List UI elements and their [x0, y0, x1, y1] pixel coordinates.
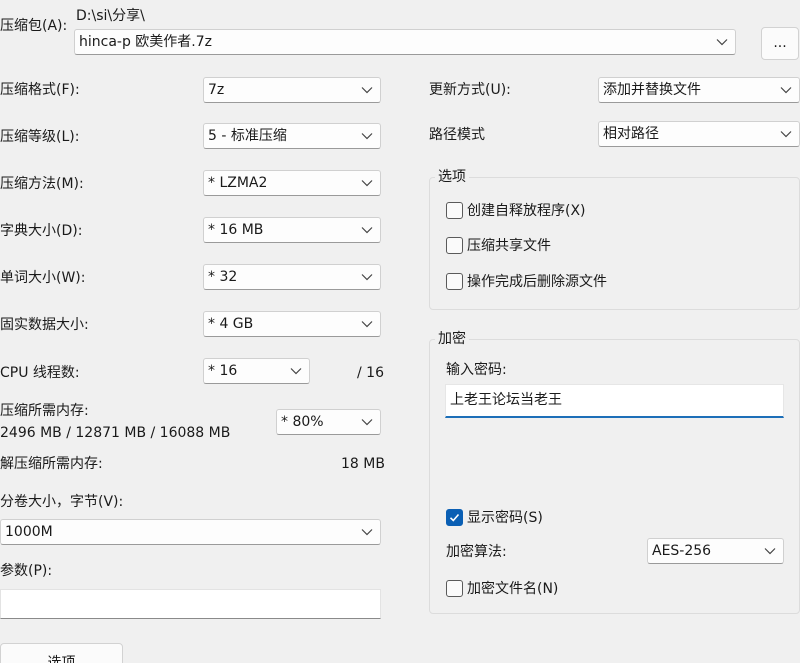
archive-label: 压缩包(A): — [0, 18, 68, 34]
mem-percent-value: * 80% — [281, 414, 324, 430]
enc-method-value: AES-256 — [652, 543, 712, 559]
shared-label: 压缩共享文件 — [467, 238, 551, 254]
archive-path: D:\si\分享\ — [76, 8, 145, 24]
delete-source-checkbox[interactable] — [446, 273, 463, 290]
solid-value: * 4 GB — [208, 316, 254, 332]
browse-button[interactable]: ... — [761, 27, 799, 60]
mem-percent-combo[interactable]: * 80% — [276, 409, 381, 435]
params-input[interactable] — [0, 589, 381, 619]
method-label: 压缩方法(M): — [0, 176, 84, 192]
level-combo[interactable]: 5 - 标准压缩 — [203, 123, 381, 149]
sfx-checkbox[interactable] — [446, 202, 463, 219]
threads-combo[interactable]: * 16 — [203, 358, 310, 384]
pathmode-combo[interactable]: 相对路径 — [598, 121, 800, 147]
checkmark-icon — [449, 513, 460, 522]
mem-decomp-label: 解压缩所需内存: — [0, 456, 103, 472]
chevron-down-icon — [361, 132, 373, 140]
volume-value: 1000M — [5, 524, 53, 540]
chevron-down-icon — [290, 367, 302, 375]
word-combo[interactable]: * 32 — [203, 264, 381, 290]
level-label: 压缩等级(L): — [0, 129, 80, 145]
chevron-down-icon — [361, 418, 373, 426]
volume-label: 分卷大小，字节(V): — [0, 494, 124, 510]
encryption-group — [429, 339, 800, 614]
encrypt-names-label: 加密文件名(N) — [467, 581, 559, 597]
chevron-down-icon — [780, 130, 792, 138]
chevron-down-icon — [361, 528, 373, 536]
chevron-down-icon — [716, 38, 728, 46]
password-label: 输入密码: — [446, 362, 507, 378]
show-password-label: 显示密码(S) — [467, 510, 543, 526]
enc-method-combo[interactable]: AES-256 — [647, 538, 784, 564]
pathmode-value: 相对路径 — [603, 126, 659, 142]
update-combo[interactable]: 添加并替换文件 — [598, 77, 800, 103]
chevron-down-icon — [361, 86, 373, 94]
dict-value: * 16 MB — [208, 222, 264, 238]
archive-name-value: hinca-p 欧美作者.7z — [79, 34, 213, 50]
chevron-down-icon — [361, 320, 373, 328]
enc-method-label: 加密算法: — [446, 544, 507, 560]
params-label: 参数(P): — [0, 563, 53, 579]
mem-comp-label: 压缩所需内存: — [0, 403, 89, 419]
dict-combo[interactable]: * 16 MB — [203, 217, 381, 243]
level-value: 5 - 标准压缩 — [208, 128, 287, 144]
method-value: * LZMA2 — [208, 175, 268, 191]
dict-label: 字典大小(D): — [0, 223, 83, 239]
word-value: * 32 — [208, 269, 238, 285]
threads-value: * 16 — [208, 363, 238, 379]
pathmode-label: 路径模式 — [429, 127, 485, 143]
show-password-checkbox[interactable] — [446, 509, 463, 526]
options-button[interactable]: 选项 — [0, 643, 123, 663]
chevron-down-icon — [361, 273, 373, 281]
word-label: 单词大小(W): — [0, 270, 86, 286]
chevron-down-icon — [780, 86, 792, 94]
update-value: 添加并替换文件 — [603, 82, 701, 98]
sfx-label: 创建自释放程序(X) — [467, 203, 586, 219]
threads-max: / 16 — [357, 365, 384, 381]
volume-combo[interactable]: 1000M — [0, 519, 381, 545]
chevron-down-icon — [764, 547, 776, 555]
password-input[interactable]: 上老王论坛当老王 — [445, 384, 784, 418]
solid-combo[interactable]: * 4 GB — [203, 311, 381, 337]
encrypt-names-checkbox[interactable] — [446, 580, 463, 597]
format-value: 7z — [208, 82, 225, 98]
options-group-title: 选项 — [435, 168, 469, 186]
solid-label: 固实数据大小: — [0, 317, 89, 333]
chevron-down-icon — [361, 179, 373, 187]
mem-decomp-value: 18 MB — [341, 456, 385, 472]
threads-label: CPU 线程数: — [0, 365, 80, 381]
format-label: 压缩格式(F): — [0, 82, 80, 98]
archive-name-combo[interactable]: hinca-p 欧美作者.7z — [74, 29, 736, 55]
shared-checkbox[interactable] — [446, 237, 463, 254]
method-combo[interactable]: * LZMA2 — [203, 170, 381, 196]
mem-comp-value: 2496 MB / 12871 MB / 16088 MB — [0, 425, 231, 441]
format-combo[interactable]: 7z — [203, 77, 381, 103]
encryption-group-title: 加密 — [435, 330, 469, 348]
chevron-down-icon — [361, 226, 373, 234]
update-label: 更新方式(U): — [429, 82, 511, 98]
delete-source-label: 操作完成后删除源文件 — [467, 274, 607, 290]
options-button-label: 选项 — [47, 655, 76, 663]
